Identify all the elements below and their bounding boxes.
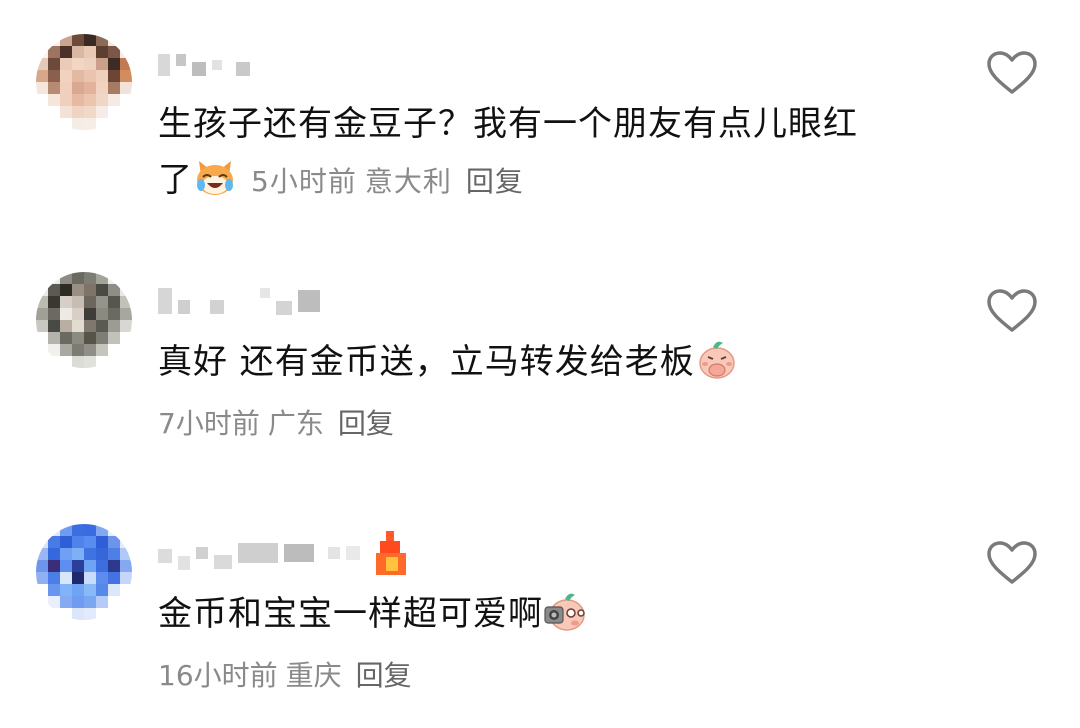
heart-outline-icon[interactable] [986,50,1038,96]
avatar[interactable] [36,524,132,620]
comment-text: 金币和宝宝一样超可爱啊 [158,586,958,642]
comment-meta: 5小时前 意大利 回复 [251,165,524,198]
comment-time: 7小时前 [158,407,260,440]
comment-text-line: 了 [158,160,193,200]
comment-meta: 16小时前 重庆 回复 [158,654,412,694]
comment-location: 意大利 [364,165,452,198]
reply-button[interactable]: 回复 [338,407,394,440]
laughing-cat-emoji [197,161,233,195]
reply-button[interactable]: 回复 [466,165,524,198]
username-pixelated[interactable] [158,531,406,575]
reply-button[interactable]: 回复 [356,659,412,692]
comment-location: 广东 [267,407,324,440]
comment-time: 16小时前 [158,659,278,692]
comment-location: 重庆 [285,659,342,692]
comment-text: 生孩子还有金豆子？我有一个朋友有点儿眼红 了 5小时前 意大利 回复 [158,96,958,210]
avatar[interactable] [36,34,132,130]
peach-camera-emoji [544,593,585,631]
comment-text-line: 生孩子还有金豆子？我有一个朋友有点儿眼红 [158,104,858,144]
peach-cover-mouth-emoji [699,341,735,379]
comment-text: 真好 还有金币送，立马转发给老板 [158,334,958,390]
heart-outline-icon[interactable] [986,288,1038,334]
heart-outline-icon[interactable] [986,540,1038,586]
comment-text-line: 真好 还有金币送，立马转发给老板 [158,342,695,382]
fire-badge-icon [376,531,406,575]
comment-text-line: 金币和宝宝一样超可爱啊 [158,594,543,634]
username-pixelated[interactable] [158,284,320,318]
comment-meta: 7小时前 广东 回复 [158,402,394,442]
comment-time: 5小时前 [251,165,357,198]
avatar[interactable] [36,272,132,368]
username-pixelated[interactable] [158,48,250,82]
